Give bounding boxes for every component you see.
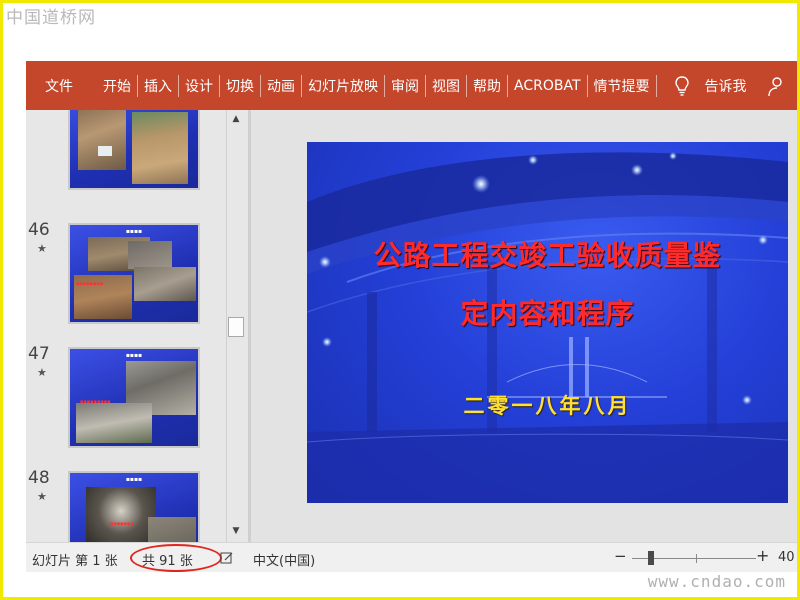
slide-thumbnail[interactable]: ▪▪▪▪ ▪▪▪▪▪▪▪▪▪ bbox=[68, 347, 200, 448]
thumbnail-scrollbar[interactable]: ▲ ▼ bbox=[226, 110, 244, 542]
thumbnail-title: ▪▪▪▪ bbox=[125, 352, 143, 359]
animation-star-icon: ★ bbox=[37, 366, 47, 379]
slide-date: 二零一八年八月 bbox=[463, 393, 632, 418]
tab-file[interactable]: 文件 bbox=[26, 61, 91, 110]
tab-acrobat[interactable]: ACROBAT bbox=[508, 61, 587, 110]
lightbulb-icon[interactable] bbox=[671, 74, 693, 98]
animation-star-icon: ★ bbox=[37, 490, 47, 503]
slide-title-line-1: 公路工程交竣工验收质量鉴 bbox=[373, 239, 722, 272]
tab-view[interactable]: 视图 bbox=[426, 61, 466, 110]
zoom-slider-center-tick bbox=[696, 554, 697, 563]
tab-help[interactable]: 帮助 bbox=[467, 61, 507, 110]
highlight-annotation-circle bbox=[130, 544, 222, 572]
tab-review[interactable]: 审阅 bbox=[385, 61, 425, 110]
tab-home[interactable]: 开始 bbox=[97, 61, 137, 110]
watermark-bottom: www.cndao.com bbox=[647, 572, 786, 591]
user-icon[interactable] bbox=[767, 74, 783, 98]
slide-indicator[interactable]: 幻灯片 第 1 张 bbox=[32, 550, 118, 569]
status-bar: 幻灯片 第 1 张 共 91 张 中文(中国) − + 40 bbox=[26, 542, 800, 572]
tell-me-search[interactable]: 告诉我 bbox=[699, 61, 767, 110]
tab-separator bbox=[655, 74, 657, 97]
current-slide[interactable]: 公路工程交竣工验收质量鉴 定内容和程序 二零一八年八月 bbox=[307, 142, 788, 503]
tab-slideshow[interactable]: 幻灯片放映 bbox=[302, 61, 384, 110]
slide-number: 45 bbox=[28, 110, 50, 112]
tab-design[interactable]: 设计 bbox=[179, 61, 219, 110]
watermark-top: 中国道桥网 bbox=[6, 8, 96, 28]
slide-number: 46 bbox=[28, 220, 50, 240]
slide-thumbnail[interactable]: ▪▪▪▪ ▪▪▪▪▪▪▪▪ bbox=[68, 223, 200, 324]
thumbnail-title: ▪▪▪▪ bbox=[125, 228, 143, 235]
zoom-level[interactable]: 40 bbox=[778, 550, 795, 565]
scroll-down-arrow-icon[interactable]: ▼ bbox=[227, 522, 245, 540]
scrollbar-thumb[interactable] bbox=[228, 317, 244, 337]
zoom-slider-knob[interactable] bbox=[648, 551, 654, 565]
scroll-up-arrow-icon[interactable]: ▲ bbox=[227, 110, 245, 128]
language-indicator[interactable]: 中文(中国) bbox=[253, 550, 315, 569]
tab-insert[interactable]: 插入 bbox=[138, 61, 178, 110]
animation-star-icon: ★ bbox=[37, 242, 47, 255]
tab-animations[interactable]: 动画 bbox=[261, 61, 301, 110]
thumbnail-caption: ▪▪▪▪▪▪▪ bbox=[110, 521, 134, 527]
spellcheck-icon[interactable] bbox=[220, 551, 234, 565]
tab-transitions[interactable]: 切换 bbox=[220, 61, 260, 110]
slide-thumbnail[interactable]: ▪▪▪▪ ▪▪▪▪▪▪▪ bbox=[68, 471, 200, 542]
slide-title-line-2: 定内容和程序 bbox=[460, 297, 635, 330]
slide-thumbnail[interactable] bbox=[68, 110, 200, 190]
slide-number: 48 bbox=[28, 468, 50, 488]
zoom-out-button[interactable]: − bbox=[614, 547, 627, 565]
slide-number: 47 bbox=[28, 344, 50, 364]
slide-thumbnail-pane[interactable]: 45 46 ★ ▪▪▪▪ ▪▪▪▪▪▪▪▪ 47 ★ ▪▪▪▪ bbox=[26, 110, 248, 542]
thumbnail-title: ▪▪▪▪ bbox=[125, 476, 143, 483]
tab-storyboard[interactable]: 情节提要 bbox=[588, 61, 656, 110]
thumbnail-caption: ▪▪▪▪▪▪▪▪▪ bbox=[80, 399, 111, 405]
zoom-in-button[interactable]: + bbox=[756, 546, 769, 565]
thumbnail-caption: ▪▪▪▪▪▪▪▪ bbox=[76, 281, 104, 287]
ribbon-tab-bar: 文件 开始 插入 设计 切换 动画 幻灯片放映 审阅 视图 帮助 ACROBAT… bbox=[26, 61, 800, 110]
